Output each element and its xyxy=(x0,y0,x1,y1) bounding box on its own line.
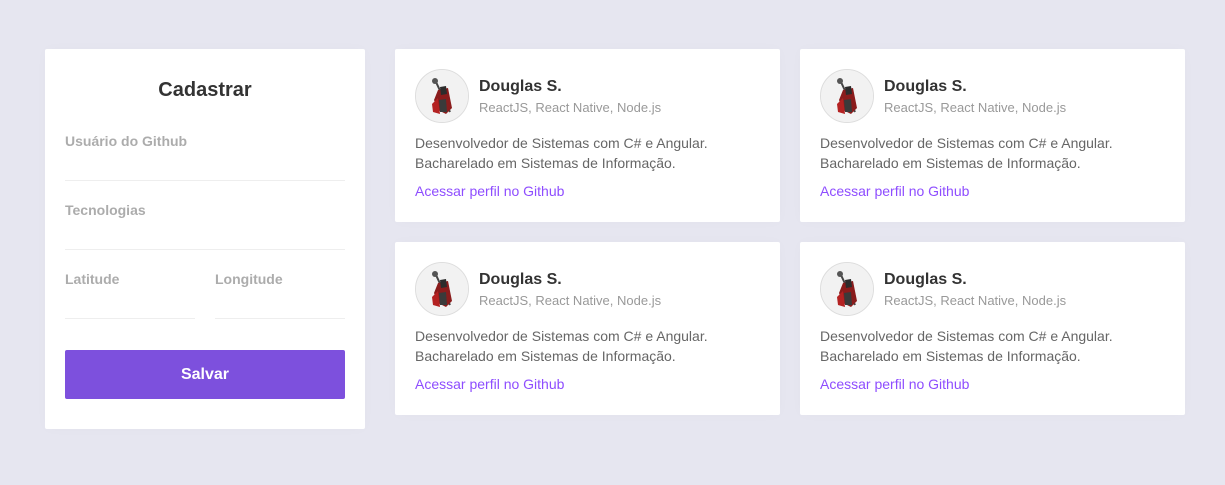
avatar xyxy=(415,69,469,123)
dev-card-header: Douglas S. ReactJS, React Native, Node.j… xyxy=(820,69,1165,123)
github-profile-link[interactable]: Acessar perfil no Github xyxy=(415,376,564,392)
dev-name: Douglas S. xyxy=(479,270,562,288)
avatar xyxy=(820,69,874,123)
dev-bio: Desenvolvedor de Sistemas com C# e Angul… xyxy=(415,133,760,173)
dev-card: Douglas S. ReactJS, React Native, Node.j… xyxy=(395,242,780,415)
techs-label: Tecnologias xyxy=(65,202,146,218)
form-title: Cadastrar xyxy=(158,79,252,101)
github-username-block: Usuário do Github xyxy=(65,133,345,181)
latitude-input[interactable] xyxy=(65,287,195,319)
register-panel: Cadastrar Usuário do Github Tecnologias … xyxy=(45,49,365,429)
dev-card: Douglas S. ReactJS, React Native, Node.j… xyxy=(800,49,1185,222)
user-info: Douglas S. ReactJS, React Native, Node.j… xyxy=(884,78,1066,115)
dev-techs: ReactJS, React Native, Node.js xyxy=(479,99,662,115)
dev-name: Douglas S. xyxy=(884,270,967,288)
dev-bio-line: Bacharelado em Sistemas de Informação. xyxy=(820,348,1081,364)
dev-bio-line: Bacharelado em Sistemas de Informação. xyxy=(820,155,1081,171)
github-username-input[interactable] xyxy=(65,149,345,181)
dev-bio-line: Bacharelado em Sistemas de Informação. xyxy=(415,155,676,171)
techs-block: Tecnologias xyxy=(65,202,345,250)
techs-input[interactable] xyxy=(65,218,345,250)
dev-techs: ReactJS, React Native, Node.js xyxy=(884,292,1067,308)
longitude-input[interactable] xyxy=(215,287,345,319)
user-info: Douglas S. ReactJS, React Native, Node.j… xyxy=(884,271,1066,308)
dev-bio-line: Desenvolvedor de Sistemas com C# e Angul… xyxy=(820,135,1113,151)
dev-card: Douglas S. ReactJS, React Native, Node.j… xyxy=(395,49,780,222)
longitude-block: Longitude xyxy=(215,271,345,319)
dev-techs: ReactJS, React Native, Node.js xyxy=(884,99,1067,115)
dev-techs: ReactJS, React Native, Node.js xyxy=(479,292,662,308)
latitude-label: Latitude xyxy=(65,271,120,287)
dev-name: Douglas S. xyxy=(884,77,967,95)
longitude-label: Longitude xyxy=(215,271,283,287)
dev-bio: Desenvolvedor de Sistemas com C# e Angul… xyxy=(820,133,1165,173)
github-profile-link[interactable]: Acessar perfil no Github xyxy=(415,183,564,199)
github-profile-link[interactable]: Acessar perfil no Github xyxy=(820,183,969,199)
dev-card-header: Douglas S. ReactJS, React Native, Node.j… xyxy=(415,262,760,316)
dev-card-header: Douglas S. ReactJS, React Native, Node.j… xyxy=(820,262,1165,316)
dev-card-header: Douglas S. ReactJS, React Native, Node.j… xyxy=(415,69,760,123)
dev-bio: Desenvolvedor de Sistemas com C# e Angul… xyxy=(820,326,1165,366)
dev-card: Douglas S. ReactJS, React Native, Node.j… xyxy=(800,242,1185,415)
dev-bio-line: Bacharelado em Sistemas de Informação. xyxy=(415,348,676,364)
github-profile-link[interactable]: Acessar perfil no Github xyxy=(820,376,969,392)
dev-bio-line: Desenvolvedor de Sistemas com C# e Angul… xyxy=(415,328,708,344)
dev-bio: Desenvolvedor de Sistemas com C# e Angul… xyxy=(415,326,760,366)
user-info: Douglas S. ReactJS, React Native, Node.j… xyxy=(479,78,661,115)
dev-bio-line: Desenvolvedor de Sistemas com C# e Angul… xyxy=(415,135,708,151)
avatar xyxy=(820,262,874,316)
user-info: Douglas S. ReactJS, React Native, Node.j… xyxy=(479,271,661,308)
latitude-block: Latitude xyxy=(65,271,195,319)
dev-name: Douglas S. xyxy=(479,77,562,95)
avatar xyxy=(415,262,469,316)
dev-bio-line: Desenvolvedor de Sistemas com C# e Angul… xyxy=(820,328,1113,344)
github-username-label: Usuário do Github xyxy=(65,133,188,149)
save-button[interactable]: Salvar xyxy=(65,350,345,399)
